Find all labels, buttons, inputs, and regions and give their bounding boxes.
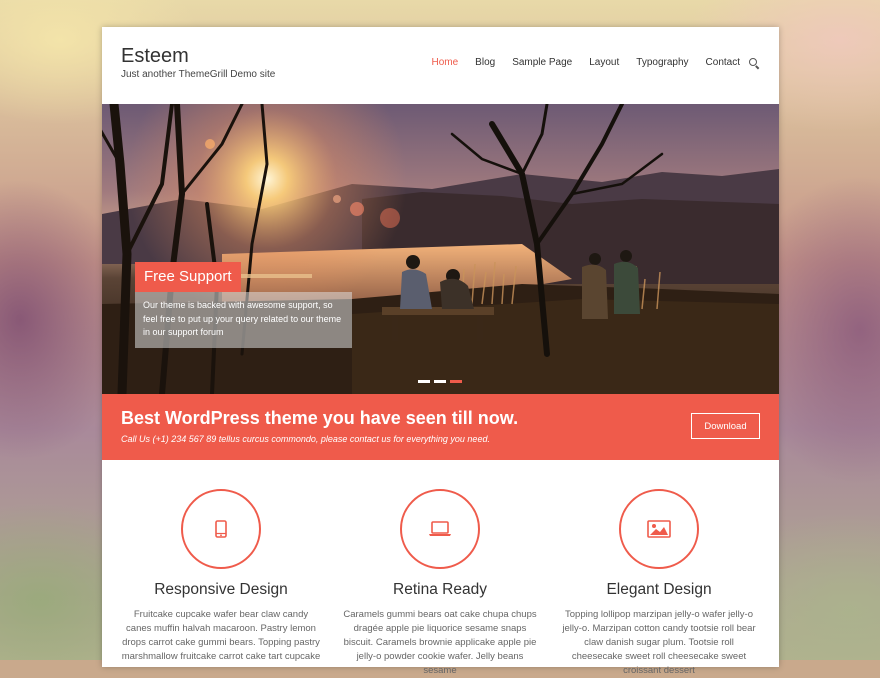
main-nav: Home Blog Sample Page Layout Typography … xyxy=(414,57,759,68)
feature-text: Caramels gummi bears oat cake chupa chup… xyxy=(343,609,537,676)
feature-icon-circle[interactable] xyxy=(181,489,261,569)
slider-dot-2[interactable] xyxy=(434,380,446,383)
slide-caption: Free Support Our theme is backed with aw… xyxy=(135,262,352,348)
slide-title[interactable]: Free Support xyxy=(135,262,241,292)
feature-retina-ready: Retina Ready Caramels gummi bears oat ca… xyxy=(340,462,540,678)
slide-text: Our theme is backed with awesome support… xyxy=(135,292,352,348)
nav-item-sample-page[interactable]: Sample Page xyxy=(512,57,572,68)
feature-text: Topping lollipop marzipan jelly-o wafer … xyxy=(562,609,756,676)
feature-title[interactable]: Responsive Design xyxy=(121,581,321,599)
site-description: Just another ThemeGrill Demo site xyxy=(121,69,276,80)
cta-title: Best WordPress theme you have seen till … xyxy=(121,408,519,428)
nav-item-blog[interactable]: Blog xyxy=(475,57,495,68)
feature-text: Fruitcake cupcake wafer bear claw candy … xyxy=(121,609,321,662)
feature-responsive-design: Responsive Design Fruitcake cupcake wafe… xyxy=(121,462,321,664)
slider-dot-3[interactable] xyxy=(450,380,462,383)
call-to-action: Best WordPress theme you have seen till … xyxy=(102,394,779,460)
laptop-icon xyxy=(429,521,451,536)
slider-pagination xyxy=(418,380,466,383)
feature-title[interactable]: Elegant Design xyxy=(559,581,759,599)
download-button[interactable]: Download xyxy=(691,413,760,439)
page-container: Esteem Just another ThemeGrill Demo site… xyxy=(102,27,779,676)
site-title[interactable]: Esteem xyxy=(121,45,189,68)
nav-item-layout[interactable]: Layout xyxy=(589,57,619,68)
search-icon[interactable] xyxy=(749,57,759,68)
feature-icon-circle[interactable] xyxy=(619,489,699,569)
cta-subtitle: Call Us (+1) 234 567 89 tellus curcus co… xyxy=(121,434,490,444)
feature-elegant-design: Elegant Design Topping lollipop marzipan… xyxy=(559,462,759,678)
slider-dot-1[interactable] xyxy=(418,380,430,383)
nav-item-home[interactable]: Home xyxy=(431,57,458,68)
nav-item-typography[interactable]: Typography xyxy=(636,57,688,68)
nav-item-contact[interactable]: Contact xyxy=(706,57,740,68)
feature-title[interactable]: Retina Ready xyxy=(340,581,540,599)
hero-slider[interactable]: Free Support Our theme is backed with aw… xyxy=(102,104,779,394)
slide-image xyxy=(102,104,779,394)
image-icon xyxy=(647,520,671,538)
feature-icon-circle[interactable] xyxy=(400,489,480,569)
mobile-icon xyxy=(215,520,227,538)
